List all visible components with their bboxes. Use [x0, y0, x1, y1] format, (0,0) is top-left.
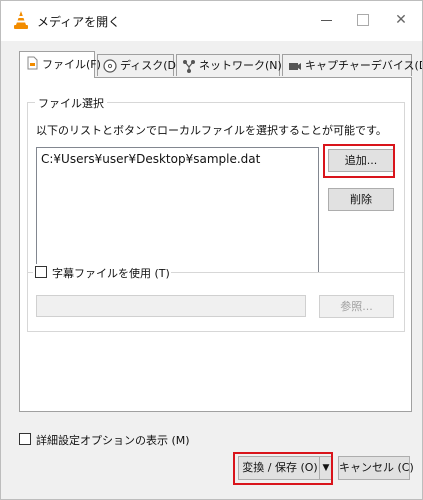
- cancel-button[interactable]: キャンセル (C): [338, 456, 414, 480]
- convert-dropdown-arrow[interactable]: ▼: [319, 456, 333, 480]
- subtitle-group: 字幕ファイルを使用 (T) 参照...: [27, 264, 405, 332]
- tab-file[interactable]: ファイル(F): [19, 51, 101, 78]
- subtitle-checkbox[interactable]: [35, 266, 47, 278]
- close-icon: ✕: [395, 12, 407, 28]
- minimize-icon: [320, 19, 332, 21]
- file-tab-panel: ファイル選択 以下のリストとボタンでローカルファイルを選択することが可能です。 …: [19, 77, 412, 412]
- tab-file-label: ファイル(F): [42, 58, 101, 71]
- subtitle-file-path-input[interactable]: [36, 295, 306, 317]
- network-icon: [183, 60, 195, 73]
- tab-disc-label: ディスク(D): [120, 59, 181, 72]
- close-button[interactable]: ✕: [384, 7, 418, 33]
- advanced-options-row[interactable]: 詳細設定オプションの表示 (M): [19, 432, 190, 448]
- file-list[interactable]: C:¥Users¥user¥Desktop¥sample.dat: [36, 147, 319, 273]
- file-list-item[interactable]: C:¥Users¥user¥Desktop¥sample.dat: [41, 152, 260, 166]
- chevron-down-icon: ▼: [322, 463, 330, 473]
- tab-capture-device[interactable]: キャプチャーデバイス(D): [282, 54, 422, 76]
- capture-device-icon: [289, 63, 301, 70]
- subtitle-checkbox-row[interactable]: 字幕ファイルを使用 (T): [33, 264, 171, 280]
- tab-network[interactable]: ネットワーク(N): [176, 54, 282, 76]
- file-icon: [27, 56, 38, 70]
- advanced-options-label: 詳細設定オプションの表示 (M): [36, 434, 190, 447]
- advanced-options-checkbox[interactable]: [19, 433, 31, 445]
- file-selection-description: 以下のリストとボタンでローカルファイルを選択することが可能です。: [36, 124, 387, 137]
- subtitle-checkbox-label: 字幕ファイルを使用 (T): [52, 267, 170, 280]
- disc-icon: [103, 59, 117, 73]
- window-title: メディアを開く: [37, 15, 121, 29]
- minimize-button[interactable]: [309, 7, 343, 33]
- tab-network-label: ネットワーク(N): [199, 59, 282, 72]
- tab-disc[interactable]: ディスク(D): [97, 54, 180, 76]
- vlc-icon: [14, 11, 28, 29]
- maximize-icon: [357, 14, 369, 26]
- open-media-dialog: メディアを開く ✕ ファイル(F) ディスク(D) ネットワーク(N) キャプチ…: [0, 0, 423, 500]
- file-selection-title: ファイル選択: [35, 95, 107, 111]
- subtitle-browse-button[interactable]: 参照...: [319, 295, 394, 318]
- maximize-button[interactable]: [346, 7, 380, 33]
- convert-save-button[interactable]: 変換 / 保存 (O): [238, 456, 322, 480]
- title-bar: メディアを開く ✕: [1, 1, 422, 41]
- add-file-button[interactable]: 追加...: [328, 149, 394, 172]
- tab-capture-device-label: キャプチャーデバイス(D): [305, 59, 423, 72]
- remove-file-button[interactable]: 削除: [328, 188, 394, 211]
